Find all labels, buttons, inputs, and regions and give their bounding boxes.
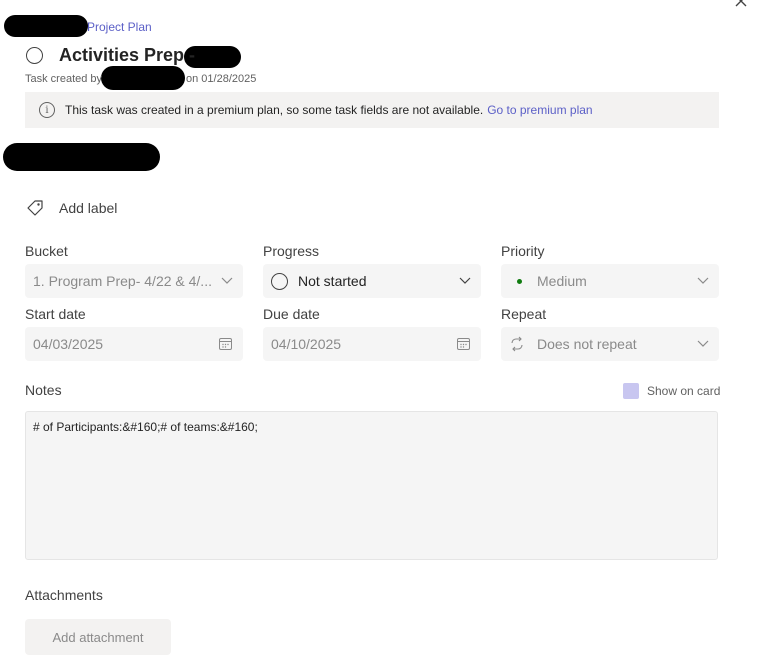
premium-banner: i This task was created in a premium pla… — [25, 92, 719, 128]
redacted-area — [3, 143, 160, 171]
calendar-icon — [457, 338, 470, 350]
chevron-down-icon — [459, 277, 471, 284]
add-label-button[interactable]: Add label — [25, 198, 117, 218]
tag-icon — [27, 200, 43, 216]
add-label-text: Add label — [59, 200, 118, 216]
created-date-text: on 01/28/2025 — [186, 73, 257, 85]
notes-label: Notes — [25, 382, 62, 398]
start-date-label: Start date — [25, 306, 86, 322]
chevron-down-icon — [221, 277, 233, 284]
info-icon: i — [39, 102, 55, 118]
close-icon — [735, 0, 747, 7]
repeat-value: Does not repeat — [537, 336, 637, 352]
progress-circle-icon — [271, 272, 288, 290]
bucket-select[interactable]: 1. Program Prep- 4/22 & 4/... — [25, 264, 243, 298]
go-to-premium-link[interactable]: Go to premium plan — [487, 103, 592, 117]
chevron-down-icon — [697, 277, 709, 284]
task-title[interactable]: Activities Prep - — [59, 45, 195, 66]
start-date-value: 04/03/2025 — [33, 336, 104, 352]
progress-select[interactable]: Not started — [263, 264, 481, 298]
complete-task-toggle[interactable] — [26, 47, 43, 64]
due-date-label: Due date — [263, 306, 320, 322]
priority-select[interactable]: Medium — [501, 264, 719, 298]
bucket-label: Bucket — [25, 243, 68, 259]
repeat-icon — [511, 336, 523, 352]
start-date-picker[interactable]: 04/03/2025 — [25, 327, 243, 361]
attachments-label: Attachments — [25, 587, 103, 603]
notes-textarea[interactable]: # of Participants:&#160;# of teams:&#160… — [25, 411, 718, 560]
premium-banner-text: This task was created in a premium plan,… — [65, 103, 484, 117]
add-attachment-button[interactable]: Add attachment — [25, 619, 171, 655]
progress-value: Not started — [298, 273, 367, 289]
bucket-value: 1. Program Prep- 4/22 & 4/... — [33, 273, 212, 289]
plan-name-link[interactable]: Project Plan — [87, 20, 152, 34]
chevron-down-icon — [697, 340, 709, 347]
due-date-picker[interactable]: 04/10/2025 — [263, 327, 481, 361]
priority-value: Medium — [537, 273, 587, 289]
show-on-card-label: Show on card — [647, 384, 721, 398]
progress-label: Progress — [263, 243, 320, 259]
redacted-area — [4, 15, 88, 37]
priority-label: Priority — [501, 243, 545, 259]
repeat-label: Repeat — [501, 306, 547, 322]
checkbox-icon — [623, 383, 639, 399]
created-by-text: Task created by — [25, 73, 103, 85]
calendar-icon — [219, 338, 232, 350]
priority-dot-icon — [517, 278, 522, 284]
due-date-value: 04/10/2025 — [271, 336, 342, 352]
repeat-select[interactable]: Does not repeat — [501, 327, 719, 361]
show-on-card-checkbox[interactable]: Show on card — [623, 383, 720, 399]
close-button[interactable] — [734, 0, 752, 8]
redacted-area — [101, 66, 185, 90]
